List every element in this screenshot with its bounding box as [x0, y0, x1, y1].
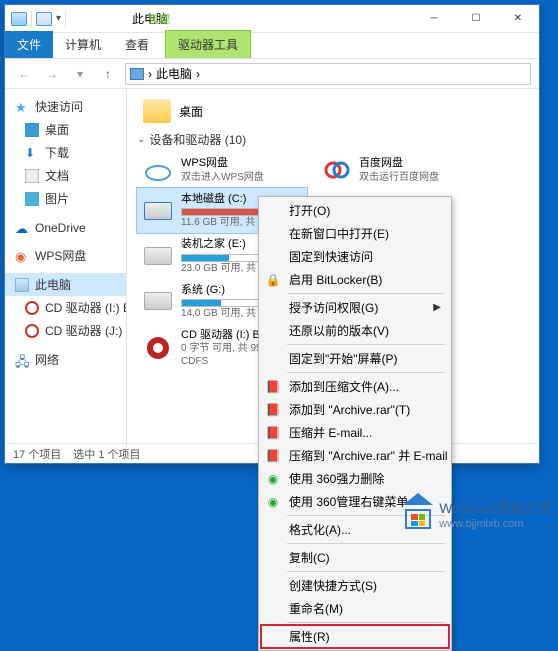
sidebar-cd1[interactable]: CD 驱动器 (I:) BON…	[5, 296, 126, 319]
folder-desktop[interactable]: 桌面	[137, 95, 529, 127]
watermark-url: www.bjjmlxb.com	[439, 518, 552, 530]
ctx-bitlocker[interactable]: 🔒启用 BitLocker(B)	[261, 268, 449, 291]
sidebar-cd2[interactable]: CD 驱动器 (J:) BON…	[5, 319, 126, 342]
forward-button[interactable]: →	[41, 63, 63, 85]
wps-cloud-icon	[143, 157, 173, 183]
tab-computer[interactable]: 计算机	[53, 31, 113, 58]
close-button[interactable]: ✕	[497, 5, 539, 33]
window-title: 此电脑	[72, 10, 413, 27]
desktop-icon	[25, 123, 39, 137]
sidebar-downloads[interactable]: ⬇下载	[5, 141, 126, 164]
tab-view[interactable]: 查看	[113, 31, 161, 58]
ctx-restore[interactable]: 还原以前的版本(V)	[261, 319, 449, 342]
ctx-rename[interactable]: 重命名(M)	[261, 597, 449, 620]
ctx-360-delete[interactable]: ◉使用 360强力删除	[261, 467, 449, 490]
devices-header[interactable]: ⌄设备和驱动器 (10)	[137, 127, 529, 152]
watermark: Windows系统之家 www.bjjmlxb.com	[403, 498, 552, 530]
status-count: 17 个项目	[13, 446, 61, 462]
ctx-open[interactable]: 打开(O)	[261, 199, 449, 222]
item-wps[interactable]: WPS网盘双击进入WPS网盘	[137, 152, 307, 188]
360-icon: ◉	[265, 471, 281, 487]
breadcrumb-sep: ›	[148, 67, 152, 81]
nav-sidebar: ★快速访问 桌面 ⬇下载 文档 图片 ☁OneDrive ◉WPS网盘 此电脑 …	[5, 89, 127, 447]
pc-icon	[15, 278, 29, 292]
sidebar-thispc[interactable]: 此电脑	[5, 273, 126, 296]
pc-icon	[130, 68, 144, 80]
ctx-pin-quick[interactable]: 固定到快速访问	[261, 245, 449, 268]
rar-icon: 📕	[265, 448, 281, 464]
tab-file[interactable]: 文件	[5, 31, 53, 58]
nav-toolbar: ← → ▾ ↑ › 此电脑 ›	[5, 59, 539, 89]
sidebar-documents[interactable]: 文档	[5, 164, 126, 187]
watermark-logo	[403, 499, 433, 529]
download-icon: ⬇	[25, 146, 39, 160]
bitlocker-icon: 🔒	[265, 272, 281, 288]
address-bar[interactable]: › 此电脑 ›	[125, 63, 531, 85]
breadcrumb-root[interactable]: 此电脑	[156, 65, 192, 82]
context-menu: 打开(O) 在新窗口中打开(E) 固定到快速访问 🔒启用 BitLocker(B…	[258, 196, 452, 651]
ctx-new-window[interactable]: 在新窗口中打开(E)	[261, 222, 449, 245]
breadcrumb-sep: ›	[196, 67, 200, 81]
ctx-pin-start[interactable]: 固定到"开始"屏幕(P)	[261, 347, 449, 370]
ctx-add-rar[interactable]: 📕添加到 "Archive.rar"(T)	[261, 398, 449, 421]
star-icon: ★	[15, 100, 29, 114]
submenu-arrow-icon: ▶	[433, 302, 441, 313]
status-selected: 选中 1 个项目	[73, 446, 140, 462]
rar-icon: 📕	[265, 425, 281, 441]
sidebar-onedrive[interactable]: ☁OneDrive	[5, 218, 126, 238]
folder-icon	[143, 99, 171, 123]
tab-drive-tools[interactable]: 驱动器工具	[165, 30, 251, 58]
minimize-button[interactable]: ─	[413, 5, 455, 33]
qat-dropdown[interactable]: ▾	[56, 13, 61, 24]
ctx-access[interactable]: 授予访问权限(G)▶	[261, 296, 449, 319]
cloud-icon: ☁	[15, 221, 29, 235]
drive-icon	[143, 243, 173, 269]
ctx-copy[interactable]: 复制(C)	[261, 546, 449, 569]
ribbon-tabs: 文件 计算机 查看 驱动器工具	[5, 33, 539, 59]
sidebar-quick-access[interactable]: ★快速访问	[5, 95, 126, 118]
ctx-email[interactable]: 📕压缩并 E-mail...	[261, 421, 449, 444]
drive-icon	[143, 288, 173, 314]
sidebar-pictures[interactable]: 图片	[5, 187, 126, 210]
quick-access-toolbar: ▾	[5, 11, 72, 27]
back-button[interactable]: ←	[13, 63, 35, 85]
drive-icon	[143, 198, 173, 224]
qat-button[interactable]	[36, 12, 52, 26]
contextual-tab-label: 管理	[138, 9, 180, 29]
app-icon	[11, 12, 27, 26]
ctx-add-archive[interactable]: 📕添加到压缩文件(A)...	[261, 375, 449, 398]
pictures-icon	[25, 192, 39, 206]
sidebar-network[interactable]: 🖧网络	[5, 348, 126, 371]
cd-icon	[25, 301, 39, 315]
up-button[interactable]: ↑	[97, 63, 119, 85]
item-baidu[interactable]: 百度网盘双击运行百度网盘	[317, 152, 487, 188]
sidebar-desktop[interactable]: 桌面	[5, 118, 126, 141]
cd-icon	[25, 324, 39, 338]
ctx-rar-email[interactable]: 📕压缩到 "Archive.rar" 并 E-mail	[261, 444, 449, 467]
document-icon	[25, 169, 39, 183]
titlebar: ▾ 管理 此电脑 ─ ☐ ✕	[5, 5, 539, 33]
network-icon: 🖧	[15, 353, 29, 367]
sidebar-wps[interactable]: ◉WPS网盘	[5, 244, 126, 267]
rar-icon: 📕	[265, 379, 281, 395]
rar-icon: 📕	[265, 402, 281, 418]
recent-dropdown[interactable]: ▾	[69, 63, 91, 85]
chevron-down-icon: ⌄	[137, 134, 145, 145]
watermark-title: Windows系统之家	[439, 498, 552, 518]
wps-icon: ◉	[15, 249, 29, 263]
maximize-button[interactable]: ☐	[455, 5, 497, 33]
ctx-properties[interactable]: 属性(R)	[261, 625, 449, 648]
360-icon: ◉	[265, 494, 281, 510]
ctx-shortcut[interactable]: 创建快捷方式(S)	[261, 574, 449, 597]
baidu-icon	[323, 156, 351, 184]
cd-rose-icon	[143, 335, 173, 361]
